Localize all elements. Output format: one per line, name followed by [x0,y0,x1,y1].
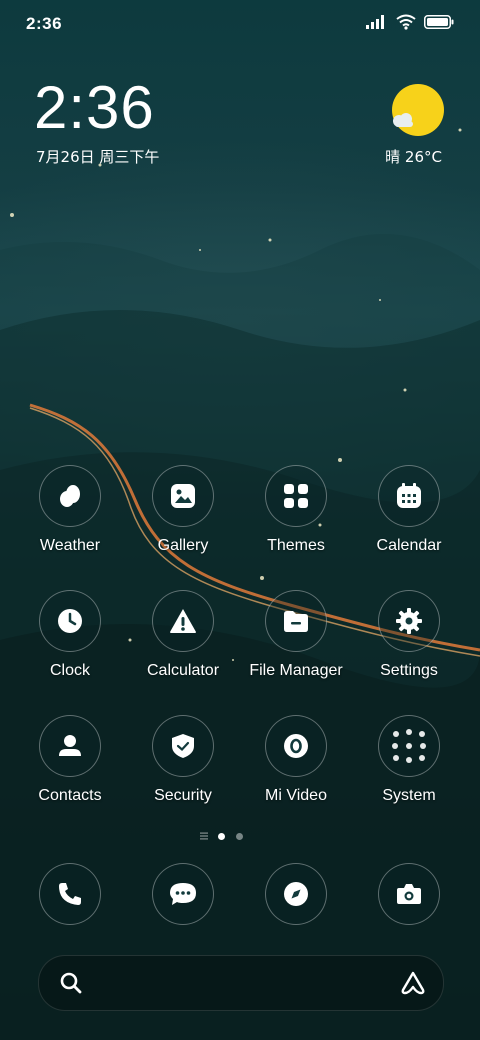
page-list-icon[interactable] [200,832,208,840]
app-contacts[interactable]: Contacts [14,715,126,805]
gallery-icon [152,465,214,527]
app-label: Themes [267,537,325,554]
app-settings[interactable]: Settings [353,590,465,680]
app-label: Contacts [38,787,102,804]
calendar-icon [378,465,440,527]
calculator-icon [152,590,214,652]
app-security[interactable]: Security [127,715,239,805]
wifi-icon [396,14,416,30]
assistant-icon[interactable] [399,970,427,996]
widget-weather: 晴 26°C [385,148,442,166]
app-mi-video[interactable]: Mi Video [240,715,352,805]
widget-date: 7月26日 周三下午 [36,148,160,166]
camera-icon [378,863,440,925]
app-themes[interactable]: Themes [240,465,352,555]
app-label: Mi Video [265,787,327,804]
file-manager-icon [265,590,327,652]
app-label: Settings [380,662,438,679]
folder-icon [378,715,440,777]
page-dot[interactable] [236,833,243,840]
status-bar: 2:36 [0,0,480,52]
app-label: Security [154,787,212,804]
messages-icon [152,863,214,925]
status-icons [366,14,454,30]
app-calculator[interactable]: Calculator [127,590,239,680]
app-label: Gallery [157,537,209,554]
status-time: 2:36 [26,14,63,33]
search-icon[interactable] [59,971,83,995]
battery-icon [424,15,454,29]
app-gallery[interactable]: Gallery [127,465,239,555]
dock-messages[interactable] [127,863,239,925]
phone-icon [39,863,101,925]
sunny-icon[interactable] [392,84,444,136]
themes-icon [265,465,327,527]
contacts-icon [39,715,101,777]
page-dot-active[interactable] [218,833,225,840]
app-label: System [382,787,436,804]
app-label: Clock [49,662,90,679]
clock-icon [39,590,101,652]
widget-clock-time[interactable]: 2:36 [34,72,155,144]
app-clock[interactable]: Clock [14,590,126,680]
signal-icon [366,15,384,29]
gear-icon [378,590,440,652]
video-icon [265,715,327,777]
dock-camera[interactable] [353,863,465,925]
app-label: File Manager [249,662,343,679]
dock-browser[interactable] [240,863,352,925]
app-label: Weather [39,537,101,554]
app-label: Calendar [376,537,442,554]
app-file-manager[interactable]: File Manager [240,590,352,680]
app-weather[interactable]: Weather [14,465,126,555]
app-calendar[interactable]: Calendar [353,465,465,555]
shield-icon [152,715,214,777]
weather-icon [39,465,101,527]
app-label: Calculator [146,662,220,679]
app-system-folder[interactable]: System [353,715,465,805]
browser-icon [265,863,327,925]
page-indicator [0,832,480,840]
search-bar[interactable] [38,955,444,1011]
cloud-icon [393,113,413,127]
dock-phone[interactable] [14,863,126,925]
